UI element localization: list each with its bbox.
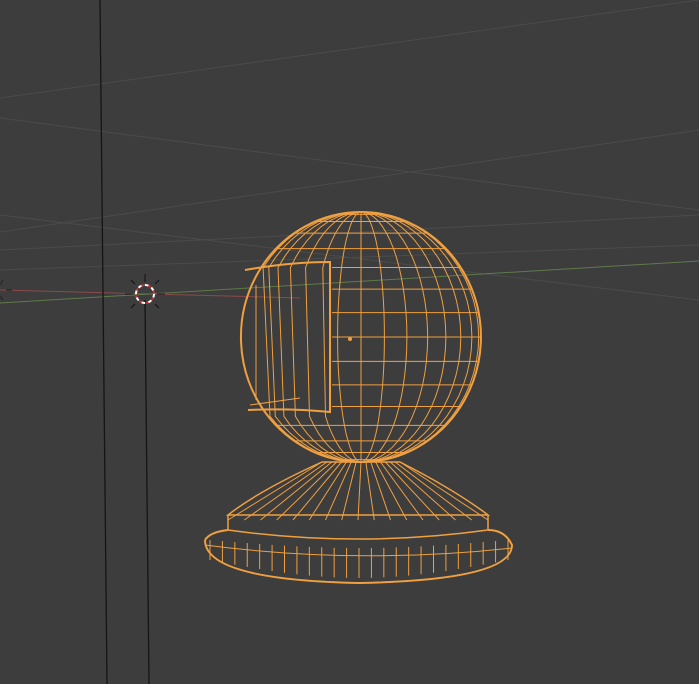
camera-line-right xyxy=(144,299,150,684)
pedestal-rib xyxy=(292,461,342,521)
3d-viewport[interactable] xyxy=(0,0,699,684)
pedestal-rib xyxy=(325,461,352,521)
pedestal-rib xyxy=(341,461,357,521)
pedestal-rib xyxy=(389,461,456,521)
cutout-edge xyxy=(244,260,331,414)
selected-mesh-wireframe[interactable] xyxy=(204,211,514,585)
object-origin-icon xyxy=(348,337,352,341)
pedestal-rib xyxy=(394,461,473,521)
pedestal-rib xyxy=(399,461,489,521)
camera-line-left xyxy=(99,0,108,684)
pedestal-rib xyxy=(357,461,362,521)
pedestal-cone xyxy=(225,461,491,516)
pedestal-rib xyxy=(260,461,333,521)
viewport-canvas[interactable] xyxy=(0,0,699,684)
pedestal-rib xyxy=(227,461,323,521)
pedestal-rib xyxy=(365,461,375,521)
floor-grid xyxy=(0,0,699,301)
